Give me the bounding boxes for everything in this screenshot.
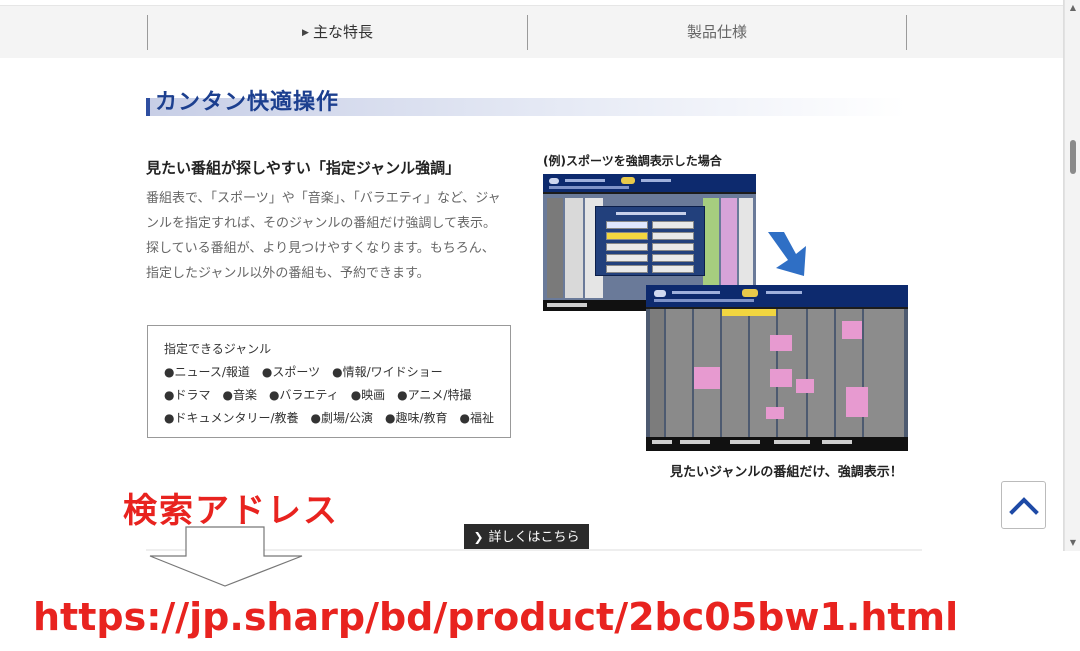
tab-specs-label: 製品仕様 [686, 23, 747, 41]
after-caption: 見たいジャンルの番組だけ、強調表示！ [670, 465, 903, 480]
epg-grid [646, 309, 908, 437]
chevron-right-icon: ❯ [473, 530, 484, 544]
genre-row: ●ドラマ ●音楽 ●バラエティ ●映画 ●アニメ/特撮 [164, 388, 472, 402]
genre-row: ●ドキュメンタリー/教養 ●劇場/公演 ●趣味/教育 ●福祉 [164, 411, 495, 425]
browser-viewport: ▶ 主な特長 製品仕様 カンタン快適操作 見たい番組が探しやすい「指定ジャンル強調… [0, 0, 1064, 551]
chevron-up-icon [1009, 497, 1039, 515]
tab-features-label: 主な特長 [312, 23, 373, 41]
arrow-down-right-icon [768, 232, 806, 276]
section-title: カンタン快適操作 [155, 90, 340, 115]
epg-screenshot-after [646, 285, 908, 451]
tab-bar: ▶ 主な特長 製品仕様 [0, 5, 1063, 59]
heading-accent-bar [146, 98, 150, 116]
epg-header [646, 285, 908, 307]
tab-specs[interactable]: 製品仕様 [528, 6, 906, 59]
epg-header [543, 174, 756, 192]
vertical-scrollbar[interactable]: ▲ ▼ [1064, 0, 1080, 551]
caret-right-icon: ▶ [302, 28, 309, 38]
genre-list-box: 指定できるジャンル ●ニュース/報道 ●スポーツ ●情報/ワイドショー ●ドラマ… [147, 325, 511, 438]
scroll-up-icon[interactable]: ▲ [1065, 0, 1080, 16]
example-caption: (例)スポーツを強調表示した場合 [543, 154, 722, 168]
annotation-title: 検索アドレス [123, 491, 339, 531]
epg-footer [646, 437, 908, 451]
genre-select-dialog [595, 206, 705, 276]
feature-description: 番組表で、「スポーツ」や「音楽」、「バラエティ」など、ジャンルを指定すれば、その… [146, 191, 501, 281]
annotation-url: https://jp.sharp/bd/product/2bc05bw1.htm… [33, 595, 959, 639]
tab-divider [906, 15, 907, 50]
back-to-top-button[interactable] [1001, 481, 1046, 529]
details-button[interactable]: ❯ 詳しくはこちら [464, 524, 589, 551]
scrollbar-thumb[interactable] [1070, 140, 1076, 174]
details-button-label: 詳しくはこちら [488, 530, 580, 545]
tab-features[interactable]: ▶ 主な特長 [148, 6, 527, 59]
genre-row: ●ニュース/報道 ●スポーツ ●情報/ワイドショー [164, 365, 443, 379]
section-heading: カンタン快適操作 [146, 84, 906, 116]
genre-list-title: 指定できるジャンル [164, 342, 272, 356]
scroll-down-icon[interactable]: ▼ [1065, 535, 1080, 551]
arrow-down-icon [149, 526, 303, 587]
feature-subtitle: 見たい番組が探しやすい「指定ジャンル強調」 [146, 159, 461, 177]
